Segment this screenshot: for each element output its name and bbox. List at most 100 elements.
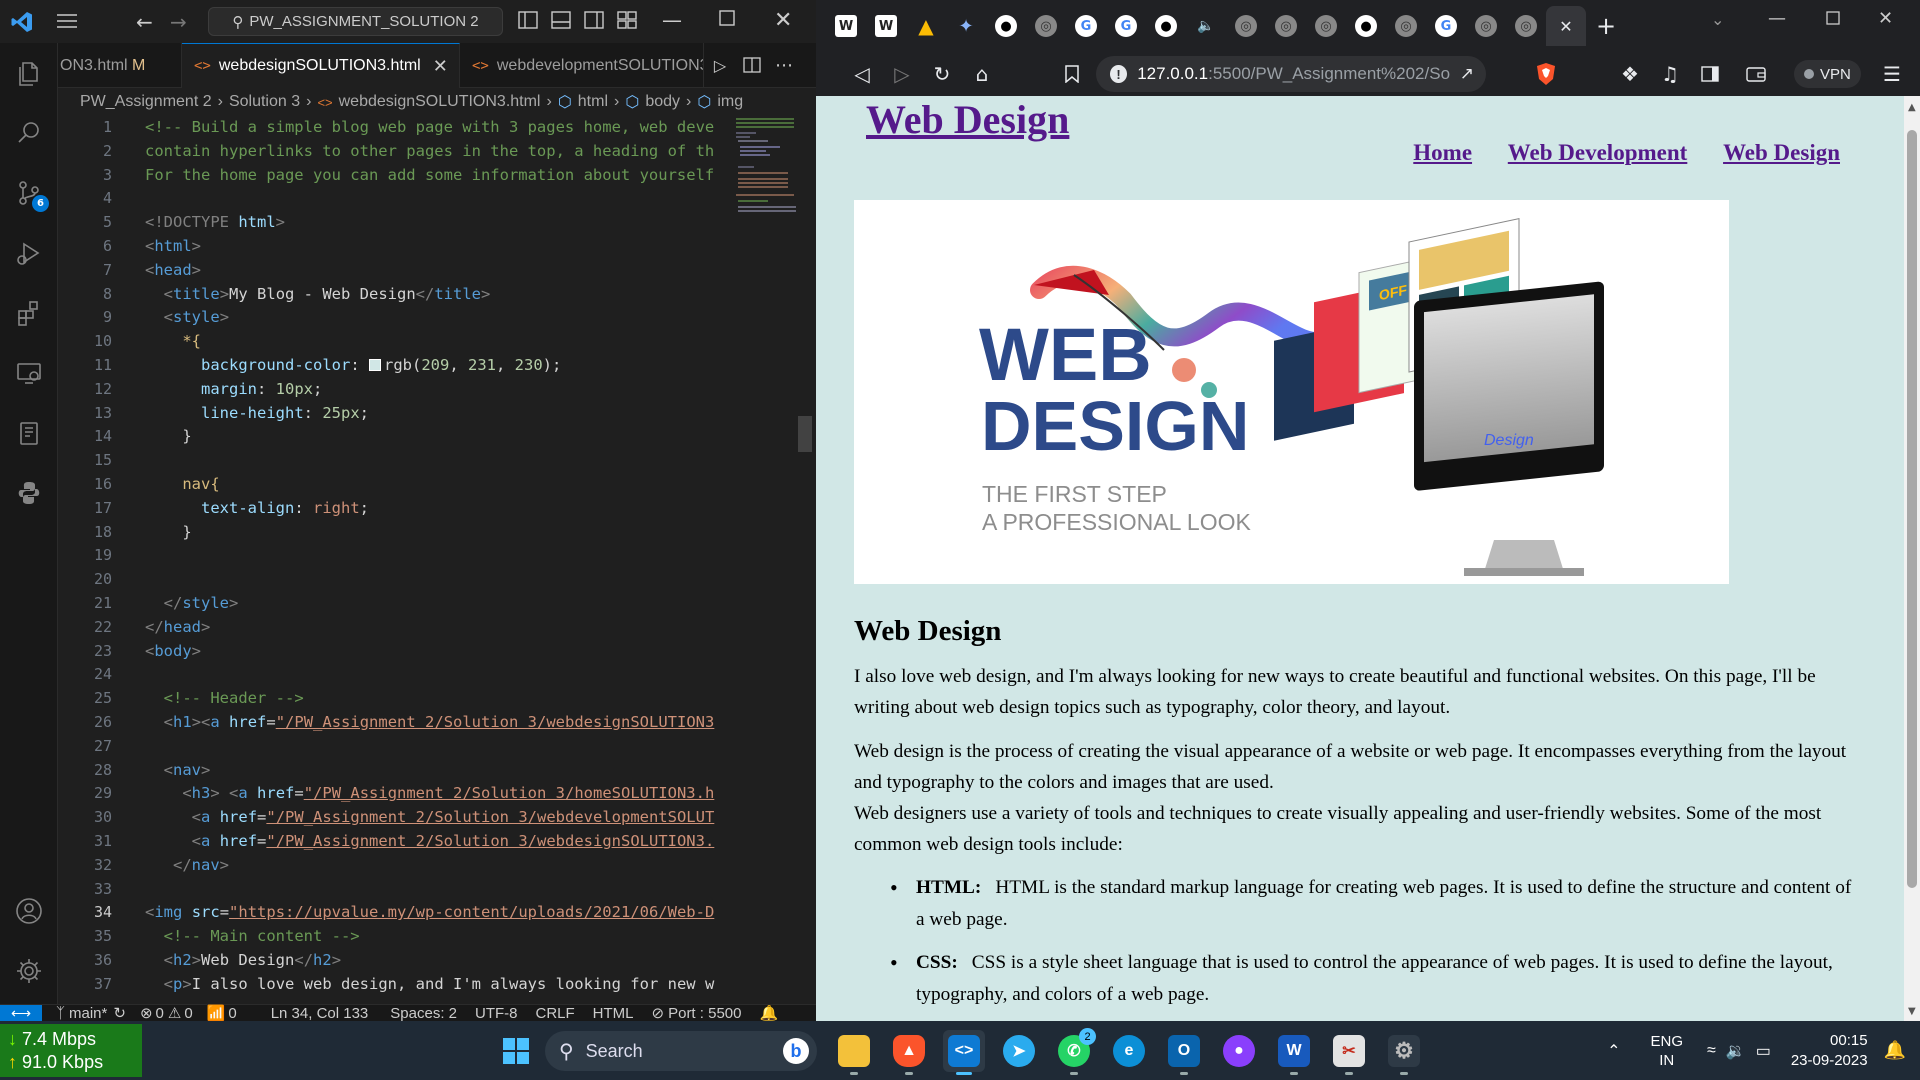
extensions-icon[interactable] [0,287,58,339]
code-line[interactable]: text-align: right; [145,497,727,521]
browser-tab[interactable]: ● [1146,6,1186,46]
bookmark-icon[interactable] [1052,54,1092,94]
code-line[interactable]: *{ [145,330,727,354]
code-line[interactable]: nav{ [145,473,727,497]
code-line[interactable]: <html> [145,235,727,259]
whatsapp-app[interactable]: ✆ 2 [1053,1028,1096,1075]
code-line[interactable]: <a href="/PW_Assignment 2/Solution 3/web… [145,806,727,830]
clock[interactable]: 00:15 23-09-2023 [1791,1031,1868,1071]
code-line[interactable]: <p>I also love web design, and I'm alway… [145,973,727,997]
code-line[interactable]: <!-- Main content --> [145,925,727,949]
code-line[interactable]: <h2>Web Design</h2> [145,949,727,973]
browser-tab[interactable]: ✦ [946,6,986,46]
code-line[interactable]: <img src="https://upvalue.my/wp-content/… [145,901,727,925]
customize-layout-icon[interactable] [617,11,637,29]
color-swatch[interactable] [368,358,381,371]
remote-explorer-icon[interactable] [0,347,58,399]
browser-tab[interactable]: ◎ [1306,6,1346,46]
code-line[interactable]: <!-- Header --> [145,687,727,711]
more-actions-icon[interactable]: ⋯ [768,43,800,87]
code-line[interactable]: </style> [145,592,727,616]
sidebar-icon[interactable] [1690,54,1730,94]
breadcrumb-item[interactable]: webdesignSOLUTION3.html [339,93,541,111]
code-line[interactable]: For the home page you can add some infor… [145,164,727,188]
breadcrumb-item[interactable]: img [717,93,743,111]
code-line[interactable]: } [145,521,727,545]
toggle-sidebar-icon[interactable] [518,11,538,29]
forward-icon[interactable]: ▷ [882,54,922,94]
code-line[interactable]: <title>My Blog - Web Design</title> [145,283,727,307]
home-icon[interactable]: ⌂ [962,54,1002,94]
browser-tab[interactable]: G [1066,6,1106,46]
vpn-button[interactable]: VPN [1794,60,1861,88]
wallet-icon[interactable] [1736,54,1776,94]
brave-shields-icon[interactable] [1526,54,1566,94]
share-icon[interactable]: ↗ [1460,64,1474,84]
code-editor[interactable]: 1 2 3 4 5 6 7 8 9 10 11 12 13 14 15 16 17 18 19 20 21 22 23 24 2… [58,116,816,1004]
remote-indicator-icon[interactable]: ⟷ [0,1005,42,1021]
code-lines[interactable]: <!-- Build a simple blog web page with 3… [145,116,727,996]
git-branch[interactable]: main* [69,1005,107,1022]
menu-icon[interactable] [56,12,78,30]
warning-count[interactable]: 0 [184,1005,192,1022]
browser-tab[interactable]: ● [1346,6,1386,46]
code-line[interactable]: } [145,425,727,449]
page-heading-link[interactable]: Web Design [866,96,1069,143]
brave-app[interactable]: ▲ [888,1030,930,1075]
cursor-position[interactable]: Ln 34, Col 133 [271,1005,369,1022]
code-line[interactable] [145,663,727,687]
code-line[interactable] [145,735,727,759]
minimap[interactable] [730,116,802,1004]
indentation[interactable]: Spaces: 2 [390,1005,457,1022]
breadcrumb-item[interactable]: html [578,93,608,111]
language-mode[interactable]: HTML [593,1005,634,1022]
notebook-icon[interactable] [0,407,58,459]
code-line[interactable]: <h1><a href="/PW_Assignment 2/Solution 3… [145,711,727,735]
scrollbar-thumb[interactable] [1907,130,1917,888]
close-icon[interactable]: ✕ [774,8,792,33]
settings-app[interactable]: ⚙ [1383,1030,1425,1075]
word-app[interactable]: W [1273,1030,1315,1075]
code-line[interactable]: <a href="/PW_Assignment 2/Solution 3/web… [145,830,727,854]
minimize-icon[interactable]: — [662,8,682,32]
code-line[interactable]: <!-- Build a simple blog web page with 3… [145,116,727,140]
scroll-down-icon[interactable]: ▼ [1908,1006,1916,1017]
python-icon[interactable] [0,467,58,519]
notification-bell-icon[interactable]: 🔔 [1884,1040,1906,1061]
search-icon[interactable] [0,107,58,159]
page-scrollbar[interactable]: ▲ ▼ [1904,96,1920,1021]
breadcrumb-item[interactable]: Solution 3 [229,93,300,111]
wifi-icon[interactable]: ≈ [1707,1042,1716,1060]
browser-menu-icon[interactable]: ☰ [1872,54,1912,94]
nav-webdesign-link[interactable]: Web Design [1723,140,1840,165]
live-server-port[interactable]: Port : 5500 [668,1005,741,1022]
minimize-icon[interactable]: — [1768,8,1786,29]
bing-icon[interactable]: b [783,1038,809,1064]
language-indicator[interactable]: ENG IN [1651,1032,1684,1070]
command-center-search[interactable]: ⚲ PW_ASSIGNMENT_SOLUTION 2 [208,7,503,36]
browser-tab[interactable]: ◎ [1506,6,1546,46]
toggle-panel-icon[interactable] [551,11,571,29]
nav-home-link[interactable]: Home [1413,140,1472,165]
code-line[interactable]: contain hyperlinks to other pages in the… [145,140,727,164]
browser-tab[interactable]: G [1426,6,1466,46]
bell-icon[interactable]: 🔔 [759,1004,778,1022]
chevron-up-icon[interactable]: ⌃ [1607,1041,1620,1061]
start-button[interactable] [495,1030,537,1072]
scrollbar-thumb[interactable] [798,416,812,452]
volume-icon[interactable]: 🔉 [1726,1041,1746,1061]
code-line[interactable]: <head> [145,259,727,283]
back-arrow-icon[interactable]: ← [136,10,153,34]
vscode-app[interactable]: <> [943,1030,985,1075]
browser-tab[interactable]: ● [986,6,1026,46]
tab-home-solution[interactable]: ON3.html M [58,43,182,88]
taskbar-search[interactable]: ⚲ Search b [545,1031,817,1071]
code-line[interactable]: </nav> [145,854,727,878]
edge-app[interactable]: e [1108,1030,1150,1072]
code-line[interactable]: <style> [145,306,727,330]
tab-webdevelopment-solution[interactable]: <> webdevelopmentSOLUTION3 [460,43,704,88]
source-control-icon[interactable]: 6 [0,167,58,219]
code-line[interactable]: <h3> <a href="/PW_Assignment 2/Solution … [145,782,727,806]
browser-tab[interactable]: W [866,6,906,46]
address-bar[interactable]: ! 127.0.0.1:5500/PW_Assignment%202/So...… [1096,56,1486,92]
